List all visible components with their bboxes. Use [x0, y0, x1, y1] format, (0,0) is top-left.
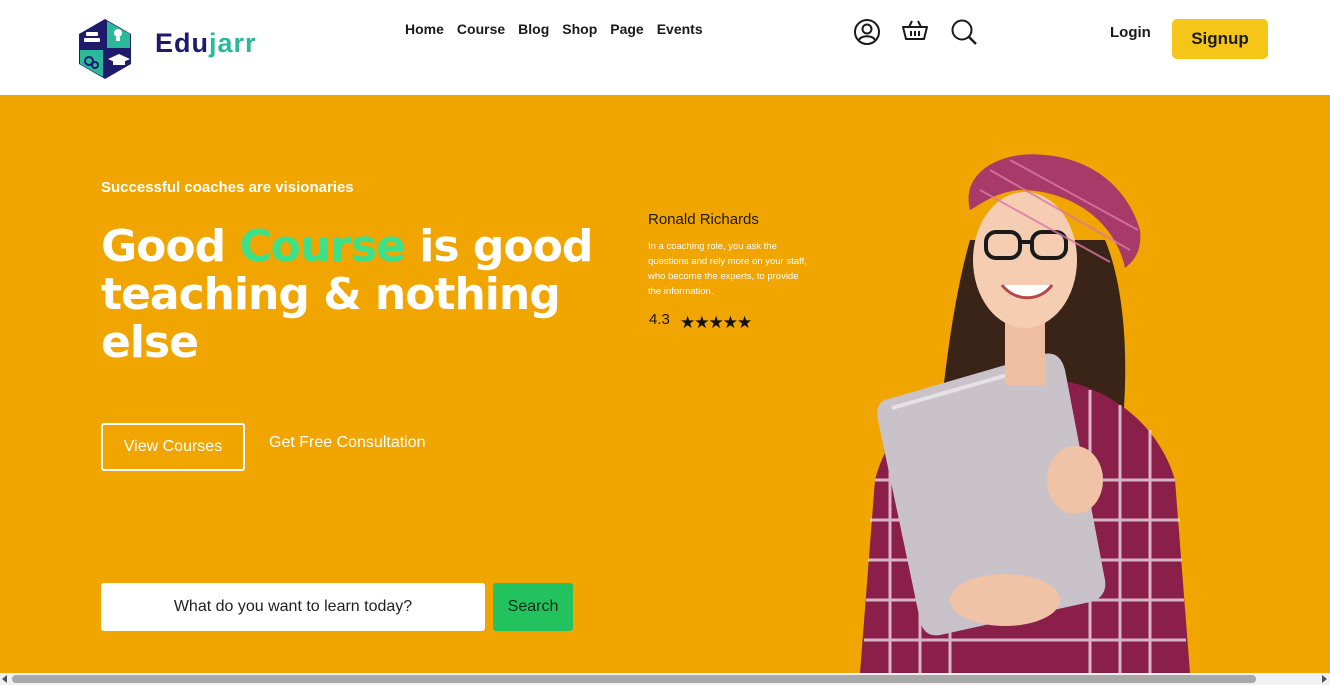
brand-name-part1: Edu [155, 28, 209, 58]
course-search-input[interactable] [101, 583, 485, 631]
hexagon-education-logo-icon[interactable] [75, 17, 135, 81]
search-button[interactable]: Search [493, 583, 573, 631]
nav-blog[interactable]: Blog [518, 20, 549, 38]
star-rating-icon: ★★★★★ [680, 313, 752, 332]
main-nav: Home Course Blog Shop Page Events [405, 20, 716, 38]
hero-tagline: Successful coaches are visionaries [101, 179, 354, 196]
nav-home[interactable]: Home [405, 20, 444, 38]
view-courses-button[interactable]: View Courses [101, 423, 245, 471]
nav-shop[interactable]: Shop [562, 20, 597, 38]
rating-value: 4.3 [649, 311, 670, 328]
headline-highlight: Course [239, 221, 406, 272]
headline-part1: Good [101, 221, 240, 272]
nav-page[interactable]: Page [610, 20, 643, 38]
scroll-left-arrow-icon[interactable] [2, 675, 7, 683]
scroll-right-arrow-icon[interactable] [1322, 675, 1327, 683]
nav-events[interactable]: Events [657, 20, 703, 38]
brand-name[interactable]: Edujarr [155, 28, 257, 59]
basket-icon[interactable] [900, 17, 930, 47]
free-consultation-link[interactable]: Get Free Consultation [269, 434, 426, 452]
review-text: In a coaching role, you ask the question… [648, 241, 807, 297]
site-header: Edujarr Home Course Blog Shop Page Event… [0, 0, 1330, 95]
hero-headline: Good Course is good teaching & nothing e… [101, 223, 601, 367]
reviewer-name: Ronald Richards [648, 211, 759, 228]
horizontal-scrollbar[interactable] [0, 673, 1330, 685]
login-link[interactable]: Login [1110, 24, 1151, 41]
user-icon[interactable] [852, 17, 882, 47]
hero-section: Successful coaches are visionaries Good … [0, 95, 1330, 673]
scrollbar-thumb[interactable] [12, 675, 1256, 683]
student-with-laptop-image [860, 154, 1190, 673]
search-icon[interactable] [949, 17, 979, 47]
brand-name-part2: jarr [209, 28, 257, 58]
signup-button[interactable]: Signup [1172, 19, 1268, 59]
nav-course[interactable]: Course [457, 20, 505, 38]
